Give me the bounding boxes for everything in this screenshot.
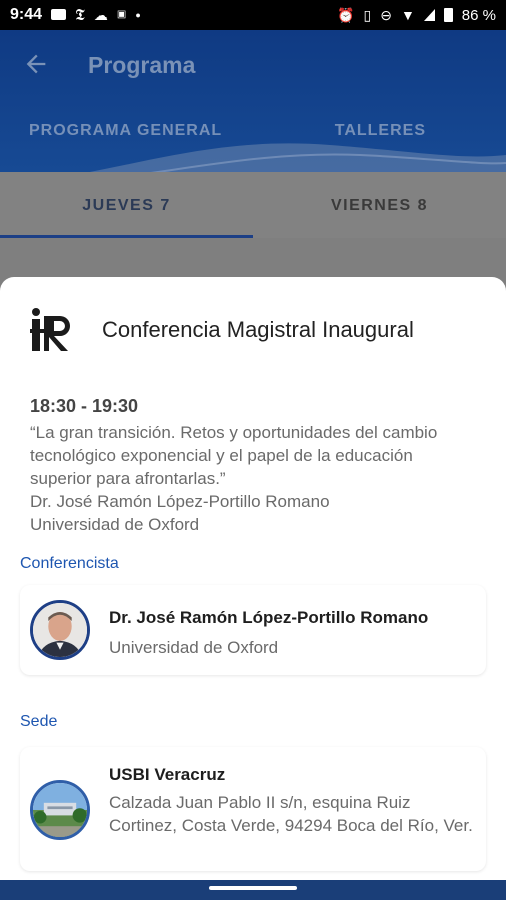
selected-day-indicator: [0, 235, 253, 238]
event-time: 18:30 - 19:30: [30, 396, 139, 416]
event-title: Conferencia Magistral Inaugural: [102, 317, 414, 342]
vibrate-icon: ▯: [363, 7, 372, 23]
back-arrow-icon[interactable]: [22, 50, 50, 78]
venue-photo: [30, 780, 90, 840]
venue-section-label: Sede: [20, 713, 58, 730]
speaker-section-label: Conferencista: [20, 555, 119, 572]
event-detail-sheet: Conferencia Magistral Inaugural 18:30 - …: [0, 277, 506, 880]
signal-icon: [423, 9, 435, 21]
venue-name: USBI Veracruz: [109, 765, 226, 784]
tab-programa-general[interactable]: PROGRAMA GENERAL: [0, 122, 228, 140]
app-notification-icon: ▣: [116, 9, 127, 20]
speaker-affiliation: Universidad de Oxford: [109, 638, 279, 657]
speaker-card[interactable]: Dr. José Ramón López-Portillo Romano Uni…: [20, 585, 486, 675]
nytimes-icon: 𝕿: [75, 5, 85, 24]
event-header: Conferencia Magistral Inaugural: [30, 307, 414, 353]
venue-card[interactable]: USBI Veracruz Calzada Juan Pablo II s/n,…: [20, 747, 486, 871]
more-notifications-dot-icon: ●: [135, 9, 141, 20]
status-bar: 9:44 𝕿 ☁ ▣ ● ⏰ ▯ ⊖ ▼ 86 %: [0, 0, 506, 30]
home-gesture-handle[interactable]: [209, 886, 297, 890]
status-time: 9:44: [10, 6, 43, 23]
day-tabs: JUEVES 7 VIERNES 8: [0, 172, 506, 238]
venue-address: Calzada Juan Pablo II s/n, esquina Ruiz …: [109, 793, 473, 835]
system-navigation-bar: [0, 880, 506, 900]
conference-logo-icon: [30, 308, 70, 351]
speaker-avatar: [30, 600, 90, 660]
speaker-name: Dr. José Ramón López-Portillo Romano: [109, 608, 429, 627]
top-tabs: PROGRAMA GENERAL TALLERES: [0, 122, 506, 140]
battery-icon: [443, 8, 453, 22]
event-description: “La gran transición. Retos y oportunidad…: [30, 423, 438, 488]
event-speaker-line: Dr. José Ramón López-Portillo Romano: [30, 492, 330, 511]
event-institution-line: Universidad de Oxford: [30, 515, 200, 534]
battery-percent: 86 %: [461, 6, 496, 24]
page-title: Programa: [88, 52, 196, 78]
event-description-block: “La gran transición. Retos y oportunidad…: [30, 421, 460, 536]
youtube-icon: [51, 8, 67, 22]
do-not-disturb-icon: ⊖: [380, 7, 392, 23]
app-header: Programa PROGRAMA GENERAL TALLERES: [0, 30, 506, 172]
cloud-icon: ☁: [93, 7, 108, 23]
alarm-icon: ⏰: [337, 7, 355, 23]
tab-viernes[interactable]: VIERNES 8: [253, 172, 506, 238]
tab-talleres[interactable]: TALLERES: [228, 122, 506, 140]
tab-jueves[interactable]: JUEVES 7: [0, 172, 253, 238]
wifi-icon: ▼: [400, 7, 415, 23]
